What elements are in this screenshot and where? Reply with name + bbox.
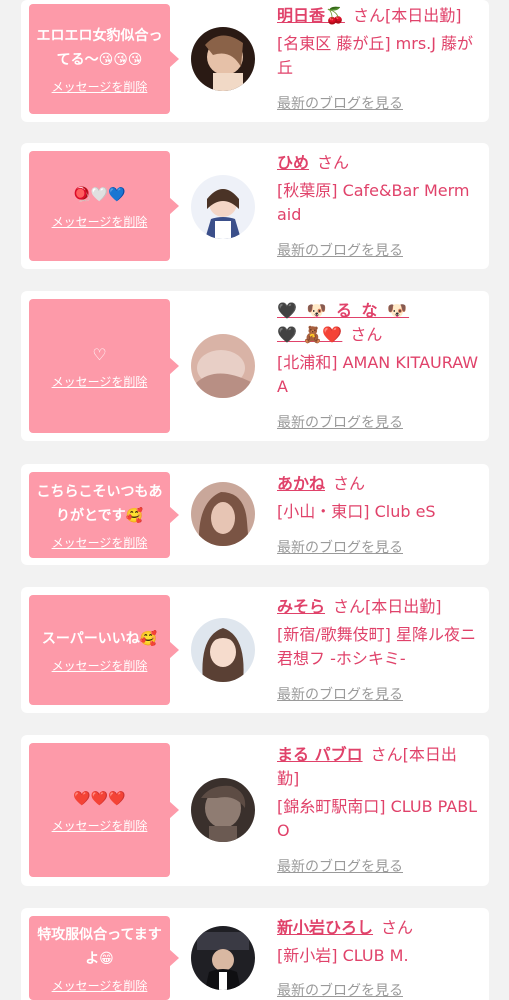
honorific: さん bbox=[370, 745, 403, 764]
honorific: さん bbox=[350, 325, 383, 344]
attendance-status: [本日出勤] bbox=[365, 597, 442, 616]
cast-name-link[interactable]: あかね bbox=[277, 474, 325, 493]
honorific: さん bbox=[333, 474, 366, 493]
cast-name-link[interactable]: 新小岩ひろし bbox=[277, 918, 373, 937]
shop-info: [秋葉原] Cafe&Bar Mermaid bbox=[277, 181, 470, 224]
latest-blog-link[interactable]: 最新のブログを見る bbox=[277, 240, 403, 260]
cast-name-link[interactable]: ひめ bbox=[277, 153, 309, 172]
shop-info: [新宿/歌舞伎町] 星降ル夜ニ君想フ -ホシキミ- bbox=[277, 625, 476, 668]
honorific: さん bbox=[352, 6, 385, 25]
cast-info: 新小岩ひろし さん [新小岩] CLUB M. bbox=[277, 916, 479, 968]
cast-info: ひめ さん [秋葉原] Cafe&Bar Mermaid bbox=[277, 151, 479, 227]
cast-info: みそら さん[本日出勤] [新宿/歌舞伎町] 星降ル夜ニ君想フ -ホシキミ- bbox=[277, 595, 479, 671]
honorific: さん bbox=[317, 153, 350, 172]
message-card: スーパーいいね🥰 メッセージを削除 みそら さん[本日出勤] [新宿/歌舞伎町] … bbox=[21, 587, 489, 713]
avatar[interactable] bbox=[191, 618, 255, 682]
delete-message-link[interactable]: メッセージを削除 bbox=[52, 78, 148, 95]
latest-blog-link[interactable]: 最新のブログを見る bbox=[277, 980, 403, 1000]
cast-info: あかね さん [小山・東口] Club eS bbox=[277, 472, 479, 524]
message-bubble: スーパーいいね🥰 メッセージを削除 bbox=[29, 595, 179, 705]
message-text: スーパーいいね🥰 bbox=[41, 630, 158, 647]
latest-blog-link[interactable]: 最新のブログを見る bbox=[277, 412, 403, 432]
avatar[interactable] bbox=[191, 27, 255, 91]
avatar[interactable] bbox=[191, 778, 255, 842]
message-bubble: ♡ メッセージを削除 bbox=[29, 299, 179, 433]
avatar[interactable] bbox=[191, 926, 255, 990]
cast-name-link[interactable]: みそら bbox=[277, 597, 325, 616]
message-bubble: こちらこそいつもありがとです🥰 メッセージを削除 bbox=[29, 472, 179, 558]
latest-blog-link[interactable]: 最新のブログを見る bbox=[277, 537, 403, 557]
cast-info: 🖤 🐶 る な 🐶 🖤 🧸❤️ さん [北浦和] AMAN KITAURAWA bbox=[277, 299, 479, 399]
latest-blog-link[interactable]: 最新のブログを見る bbox=[277, 856, 403, 876]
shop-info: [錦糸町駅南口] CLUB PABLO bbox=[277, 797, 478, 840]
cast-name-link[interactable]: 🖤 🐶 る な 🐶 bbox=[277, 299, 479, 323]
cast-name-link[interactable]: まる パブロ bbox=[277, 745, 363, 764]
delete-message-link[interactable]: メッセージを削除 bbox=[52, 213, 148, 230]
attendance-status: [本日出勤] bbox=[384, 6, 462, 25]
delete-message-link[interactable]: メッセージを削除 bbox=[52, 534, 148, 551]
message-text: こちらこそいつもありがとです🥰 bbox=[36, 483, 163, 524]
message-text: ❤️❤️❤️ bbox=[73, 790, 126, 807]
cast-info: まる パブロ さん[本日出勤] [錦糸町駅南口] CLUB PABLO bbox=[277, 743, 479, 843]
avatar[interactable] bbox=[191, 334, 255, 398]
message-card: エロエロ女豹似合ってる〜😘😘😘 メッセージを削除 明日香🍒 さん[本日出勤] [名… bbox=[21, 0, 489, 122]
shop-info: [小山・東口] Club eS bbox=[277, 502, 436, 521]
message-card: こちらこそいつもありがとです🥰 メッセージを削除 あかね さん [小山・東口] C… bbox=[21, 464, 489, 565]
avatar[interactable] bbox=[191, 175, 255, 239]
message-bubble: 特攻服似合ってますよ😁 メッセージを削除 bbox=[29, 916, 179, 1000]
message-bubble: ❤️❤️❤️ メッセージを削除 bbox=[29, 743, 179, 877]
shop-info: [名東区 藤が丘] mrs.J 藤が丘 bbox=[277, 34, 474, 77]
avatar[interactable] bbox=[191, 482, 255, 546]
cast-info: 明日香🍒 さん[本日出勤] [名東区 藤が丘] mrs.J 藤が丘 bbox=[277, 4, 479, 80]
message-bubble: エロエロ女豹似合ってる〜😘😘😘 メッセージを削除 bbox=[29, 4, 179, 114]
cast-name-link-continued[interactable]: 🖤 🧸❤️ bbox=[277, 325, 342, 344]
message-card: ♡ メッセージを削除 🖤 🐶 る な 🐶 🖤 🧸❤️ さん [北浦和] AMAN … bbox=[21, 291, 489, 441]
delete-message-link[interactable]: メッセージを削除 bbox=[52, 977, 148, 994]
latest-blog-link[interactable]: 最新のブログを見る bbox=[277, 93, 403, 113]
shop-info: [北浦和] AMAN KITAURAWA bbox=[277, 353, 479, 396]
message-text: 🪀🤍💙 bbox=[73, 186, 126, 203]
delete-message-link[interactable]: メッセージを削除 bbox=[52, 817, 148, 834]
message-text: エロエロ女豹似合ってる〜😘😘😘 bbox=[36, 27, 163, 68]
delete-message-link[interactable]: メッセージを削除 bbox=[52, 373, 148, 390]
message-card: ❤️❤️❤️ メッセージを削除 まる パブロ さん[本日出勤] [錦糸町駅南口] … bbox=[21, 735, 489, 886]
message-card: 🪀🤍💙 メッセージを削除 ひめ さん [秋葉原] Cafe&Bar Mermaid… bbox=[21, 143, 489, 269]
honorific: さん bbox=[333, 597, 366, 616]
delete-message-link[interactable]: メッセージを削除 bbox=[52, 657, 148, 674]
latest-blog-link[interactable]: 最新のブログを見る bbox=[277, 684, 403, 704]
shop-info: [新小岩] CLUB M. bbox=[277, 946, 409, 965]
message-card: 特攻服似合ってますよ😁 メッセージを削除 新小岩ひろし さん [新小岩] CLUB… bbox=[21, 908, 489, 1000]
cast-name-link[interactable]: 明日香🍒 bbox=[277, 6, 345, 25]
honorific: さん bbox=[381, 918, 414, 937]
message-text: 特攻服似合ってますよ😁 bbox=[37, 926, 162, 967]
message-bubble: 🪀🤍💙 メッセージを削除 bbox=[29, 151, 179, 261]
message-text: ♡ bbox=[92, 344, 107, 364]
